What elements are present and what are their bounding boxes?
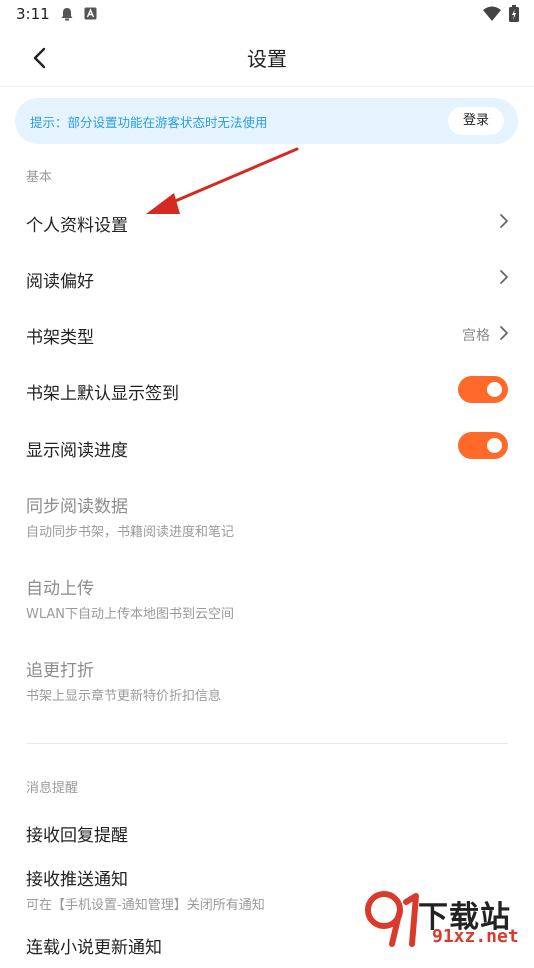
- app-a-icon: [84, 7, 97, 20]
- chevron-right-icon: [500, 214, 508, 228]
- row-subtitle: 自动同步书架，书籍阅读进度和笔记: [26, 525, 235, 540]
- section-label-basic: 基本: [26, 170, 53, 185]
- chevron-right-icon: [500, 326, 508, 340]
- status-time: 3:11: [16, 5, 50, 23]
- row-title: 连载小说更新通知: [26, 938, 162, 958]
- row-auto-upload[interactable]: 自动上传 WLAN下自动上传本地图书到云空间: [0, 560, 534, 626]
- chevron-right-icon: [500, 270, 508, 284]
- tip-text: 提示：部分设置功能在游客状态时无法使用: [30, 115, 268, 130]
- show-checkin-toggle[interactable]: [458, 376, 508, 403]
- row-title: 接收推送通知: [26, 870, 128, 890]
- notification-icon: [61, 8, 73, 21]
- row-title: 个人资料设置: [26, 216, 128, 236]
- row-reply-reminder[interactable]: 接收回复提醒: [0, 806, 534, 854]
- login-button[interactable]: 登录: [448, 107, 504, 135]
- reading-progress-toggle[interactable]: [458, 432, 508, 459]
- row-show-checkin: 书架上默认显示签到: [0, 361, 534, 417]
- row-show-reading-progress: 显示阅读进度: [0, 418, 534, 474]
- row-reading-preference[interactable]: 阅读偏好: [0, 249, 534, 305]
- nav-bar: 设置: [0, 28, 534, 87]
- section-label-notify: 消息提醒: [26, 781, 79, 796]
- guest-tip-banner: 提示：部分设置功能在游客状态时无法使用 登录: [15, 98, 518, 144]
- row-title: 阅读偏好: [26, 272, 94, 292]
- watermark-91-icon: [365, 891, 419, 947]
- row-title: 接收回复提醒: [26, 826, 128, 846]
- row-title: 书架类型: [26, 328, 94, 348]
- row-subtitle: WLAN下自动上传本地图书到云空间: [26, 607, 235, 622]
- row-sync-reading-data[interactable]: 同步阅读数据 自动同步书架，书籍阅读进度和笔记: [0, 478, 534, 544]
- row-subtitle: 可在【手机设置-通知管理】关闭所有通知: [26, 898, 265, 913]
- row-subtitle: 书架上显示章节更新特价折扣信息: [26, 689, 222, 704]
- row-title: 显示阅读进度: [26, 441, 128, 461]
- toggle-knob: [487, 382, 502, 397]
- row-title: 自动上传: [26, 579, 94, 599]
- row-title: 书架上默认显示签到: [26, 384, 179, 404]
- section-divider: [26, 743, 508, 744]
- watermark-url: 91xz.net: [432, 926, 519, 947]
- bookshelf-type-value: 宫格: [462, 328, 490, 344]
- row-bookshelf-type[interactable]: 书架类型 宫格: [0, 305, 534, 361]
- status-bar: 3:11: [0, 0, 534, 28]
- row-title: 同步阅读数据: [26, 497, 128, 517]
- toggle-knob: [487, 438, 502, 453]
- watermark-logo: 下载站 91xz.net: [362, 884, 534, 950]
- page-title: 设置: [247, 47, 287, 71]
- wifi-icon: [483, 6, 501, 21]
- row-profile-settings[interactable]: 个人资料设置: [0, 193, 534, 249]
- row-update-discount[interactable]: 追更打折 书架上显示章节更新特价折扣信息: [0, 642, 534, 708]
- row-title: 追更打折: [26, 661, 94, 681]
- battery-icon: [509, 5, 519, 22]
